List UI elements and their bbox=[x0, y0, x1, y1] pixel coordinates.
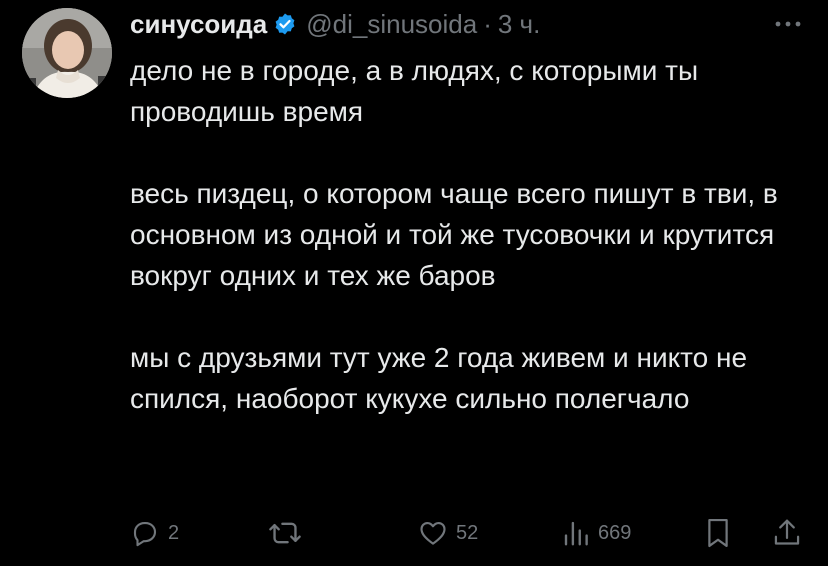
like-button[interactable]: 52 bbox=[418, 514, 478, 552]
verified-badge-icon[interactable] bbox=[273, 12, 297, 36]
tweet-paragraph: весь пиздец, о котором чаще всего пишут … bbox=[130, 178, 778, 291]
views-button[interactable]: 669 bbox=[562, 514, 631, 552]
reply-count: 2 bbox=[168, 521, 180, 544]
tweet: синусоида @di_sinusoida · 3 ч. дело не в… bbox=[0, 0, 828, 566]
tweet-paragraph: мы с друзьями тут уже 2 года живем и ник… bbox=[130, 342, 748, 414]
bookmark-icon bbox=[708, 518, 728, 548]
retweet-button[interactable] bbox=[268, 514, 310, 552]
action-bar: 2 52 669 bbox=[130, 514, 810, 552]
heart-icon bbox=[420, 521, 446, 545]
share-button[interactable] bbox=[772, 514, 802, 552]
reply-button[interactable]: 2 bbox=[130, 514, 179, 552]
views-bar-icon bbox=[564, 521, 588, 546]
tweet-header: синусоида @di_sinusoida · 3 ч. bbox=[130, 4, 540, 44]
display-name[interactable]: синусоида bbox=[130, 9, 267, 40]
bookmark-button[interactable] bbox=[704, 514, 732, 552]
retweet-icon bbox=[269, 522, 301, 544]
tweet-text: дело не в городе, а в людях, с которыми … bbox=[130, 50, 810, 419]
more-dots-icon[interactable] bbox=[770, 14, 806, 34]
like-count: 52 bbox=[456, 521, 479, 544]
share-icon bbox=[774, 519, 800, 545]
separator-dot: · bbox=[483, 8, 492, 39]
view-count: 669 bbox=[598, 521, 632, 544]
reply-bubble-icon bbox=[133, 521, 157, 547]
avatar[interactable] bbox=[22, 8, 112, 98]
handle[interactable]: @di_sinusoida bbox=[306, 9, 477, 40]
tweet-paragraph: дело не в городе, а в людях, с которыми … bbox=[130, 55, 699, 127]
timestamp[interactable]: 3 ч. bbox=[498, 9, 540, 40]
